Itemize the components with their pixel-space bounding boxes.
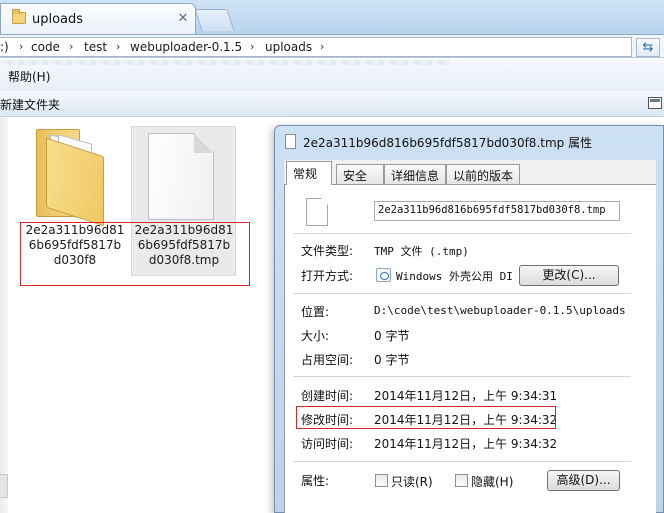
opens-with-label: 打开方式: [301,269,354,283]
scroll-handle[interactable] [0,474,8,498]
size-value: 0 字节 [374,329,410,343]
opens-with-value: Windows 外壳公用 DI [396,270,513,283]
file-type-label: 文件类型: [301,244,354,258]
size-label: 大小: [301,329,330,343]
folder-icon[interactable] [36,127,104,227]
chevron-right-icon[interactable]: › [116,40,120,53]
divider [293,376,631,377]
refresh-button[interactable]: ⇆ [636,38,660,57]
preview-pane-icon[interactable] [648,97,662,109]
chevron-right-icon[interactable]: › [19,40,23,53]
divider [293,233,631,234]
tab-title: uploads [32,12,84,27]
tab-uploads[interactable]: uploads ✕ [0,3,196,34]
chevron-right-icon[interactable]: › [250,40,254,53]
command-bar: 新建文件夹 [0,91,664,117]
tab-general[interactable]: 常规 [286,161,332,185]
readonly-checkbox[interactable] [375,474,388,487]
tab-strip: uploads ✕ [0,0,664,34]
advanced-button[interactable]: 高级(D)... [547,470,620,491]
dialog-title: 2e2a311b96d816b695fdf5817bd030f8.tmp 属性 [303,136,593,150]
attributes-label: 属性: [301,474,330,488]
readonly-label[interactable]: 只读(R) [391,473,433,490]
location-value: D:\code\test\webuploader-0.1.5\uploads [374,304,626,317]
breadcrumb[interactable]: :) › code › test › webuploader-0.1.5 › u… [0,37,632,57]
divider [293,461,631,462]
file-corner-fold [194,133,214,153]
new-folder-button[interactable]: 新建文件夹 [0,96,60,113]
folder-icon [12,9,26,24]
breadcrumb-uploads[interactable]: uploads [265,40,312,54]
navigation-pane-edge [0,118,8,513]
breadcrumb-test[interactable]: test [84,40,107,54]
created-label: 创建时间: [301,389,354,403]
divider [293,293,631,294]
new-tab-button[interactable] [194,9,235,31]
properties-dialog: 2e2a311b96d816b695fdf5817bd030f8.tmp 属性 … [274,125,664,513]
size-on-disk-label: 占用空间: [301,353,354,367]
breadcrumb-code[interactable]: code [31,40,60,54]
accessed-label: 访问时间: [301,437,354,451]
close-icon[interactable]: ✕ [176,12,190,26]
tab-security[interactable]: 安全 [336,164,384,184]
app-icon [376,268,391,282]
highlight-box-modified [296,406,556,429]
tab-details[interactable]: 详细信息 [384,164,446,184]
file-icon [306,198,328,226]
hidden-label[interactable]: 隐藏(H) [471,473,513,490]
file-icon [285,134,296,149]
filename-field[interactable]: 2e2a311b96d816b695fdf5817bd030f8.tmp [374,201,620,221]
accessed-value: 2014年11月12日，上午 9:34:32 [374,437,558,451]
change-button[interactable]: 更改(C)... [519,265,619,286]
hidden-checkbox[interactable] [455,474,468,487]
address-bar: :) › code › test › webuploader-0.1.5 › u… [0,34,664,58]
chevron-right-icon[interactable]: › [69,40,73,53]
breadcrumb-webuploader[interactable]: webuploader-0.1.5 [130,40,242,54]
created-value: 2014年11月12日，上午 9:34:31 [374,389,558,403]
tab-previous-versions[interactable]: 以前的版本 [446,164,520,184]
highlight-box-filenames [20,222,250,286]
breadcrumb-drive[interactable]: :) [0,40,9,54]
blurred-menu-strip [0,60,450,65]
file-type-value: TMP 文件 (.tmp) [374,245,469,258]
size-on-disk-value: 0 字节 [374,353,410,367]
menu-help[interactable]: 帮助(H) [8,68,50,85]
location-label: 位置: [301,305,330,319]
chevron-right-icon[interactable]: › [320,40,324,53]
